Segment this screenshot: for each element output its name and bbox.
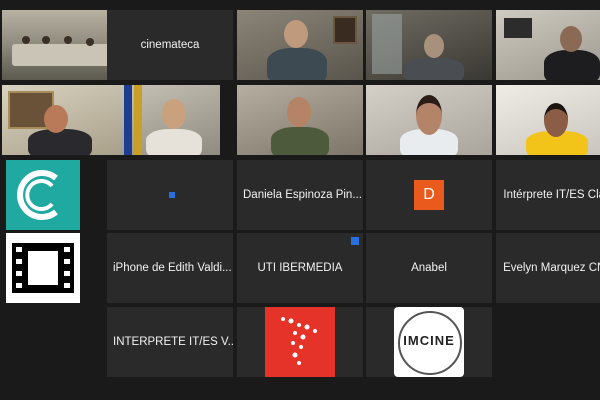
participant-tile-cinemateca[interactable]: cinemateca xyxy=(107,10,233,80)
participant-head xyxy=(44,105,68,133)
participant-tile-uti-ibermedia[interactable]: UTI IBERMEDIA xyxy=(237,233,363,303)
window xyxy=(372,14,402,74)
participant-name: Daniela Espinoza Pin... xyxy=(243,189,362,201)
flag-eu xyxy=(124,85,132,155)
audio-indicator-icon xyxy=(169,192,175,198)
film-strip-logo xyxy=(6,233,80,303)
participant-tile-d-avatar[interactable]: D xyxy=(366,160,492,230)
participant-name: iPhone de Edith Valdi... xyxy=(113,262,232,274)
imcine-logo: IMCINE xyxy=(394,307,464,377)
participant-head xyxy=(284,20,308,48)
video-tile-woman-red-hair[interactable] xyxy=(2,85,128,155)
participant-tile-ibermedia-logo[interactable] xyxy=(237,307,363,377)
participant-head xyxy=(162,99,186,129)
monitor xyxy=(504,18,532,38)
participant-body xyxy=(28,129,92,155)
video-tile-speaker-man[interactable] xyxy=(237,10,363,80)
imcine-logo-text: IMCINE xyxy=(403,333,455,348)
flag xyxy=(134,85,142,155)
participant-name: cinemateca xyxy=(140,39,200,51)
participant-body xyxy=(271,127,329,155)
video-tile-woman-floral[interactable] xyxy=(237,85,363,155)
video-tile-woman-flags[interactable] xyxy=(120,85,220,155)
participant-head xyxy=(416,95,442,135)
participant-head xyxy=(560,26,582,52)
avatar: D xyxy=(414,180,444,210)
video-tile-man-window[interactable] xyxy=(366,10,492,80)
attendee-head xyxy=(64,36,72,44)
participant-tile-iphone-edith[interactable]: iPhone de Edith Valdi... xyxy=(107,233,233,303)
attendee-head xyxy=(42,36,50,44)
participant-head xyxy=(544,103,568,137)
participant-tile-evelyn[interactable]: Evelyn Marquez CN... xyxy=(496,233,600,303)
participant-body xyxy=(404,58,464,80)
status-icon xyxy=(351,237,359,245)
participant-body xyxy=(146,129,202,155)
participant-head xyxy=(287,97,311,127)
video-tile-woman-yellow-shirt[interactable] xyxy=(496,85,600,155)
participant-tile-interprete-v[interactable]: INTÉRPRETE IT/ES V... xyxy=(107,307,233,377)
video-tile-man-curly-hair[interactable] xyxy=(366,85,492,155)
participant-name: Intérprete IT/ES Cla... xyxy=(503,189,600,201)
wall-picture xyxy=(333,16,357,44)
attendee-head xyxy=(86,38,94,46)
participant-name: UTI IBERMEDIA xyxy=(257,262,343,274)
cinemateca-logo xyxy=(6,160,80,230)
participant-tile-interprete-cla[interactable]: Intérprete IT/ES Cla... xyxy=(496,160,600,230)
participant-tile-muted[interactable] xyxy=(107,160,233,230)
participant-tile-anabel[interactable]: Anabel xyxy=(366,233,492,303)
participant-body xyxy=(267,48,327,80)
attendee-head xyxy=(22,36,30,44)
ibermedia-logo xyxy=(265,307,335,377)
participant-name: INTÉRPRETE IT/ES V... xyxy=(113,336,233,348)
participant-name: Evelyn Marquez CN... xyxy=(503,262,600,274)
participant-name: Anabel xyxy=(411,262,447,274)
conference-table xyxy=(12,44,112,66)
participant-head xyxy=(424,34,444,58)
participant-tile-daniela[interactable]: Daniela Espinoza Pin... xyxy=(237,160,363,230)
participant-body xyxy=(544,50,600,80)
video-tile-woman-glasses[interactable] xyxy=(496,10,600,80)
participant-tile-imcine-logo[interactable]: IMCINE xyxy=(366,307,492,377)
